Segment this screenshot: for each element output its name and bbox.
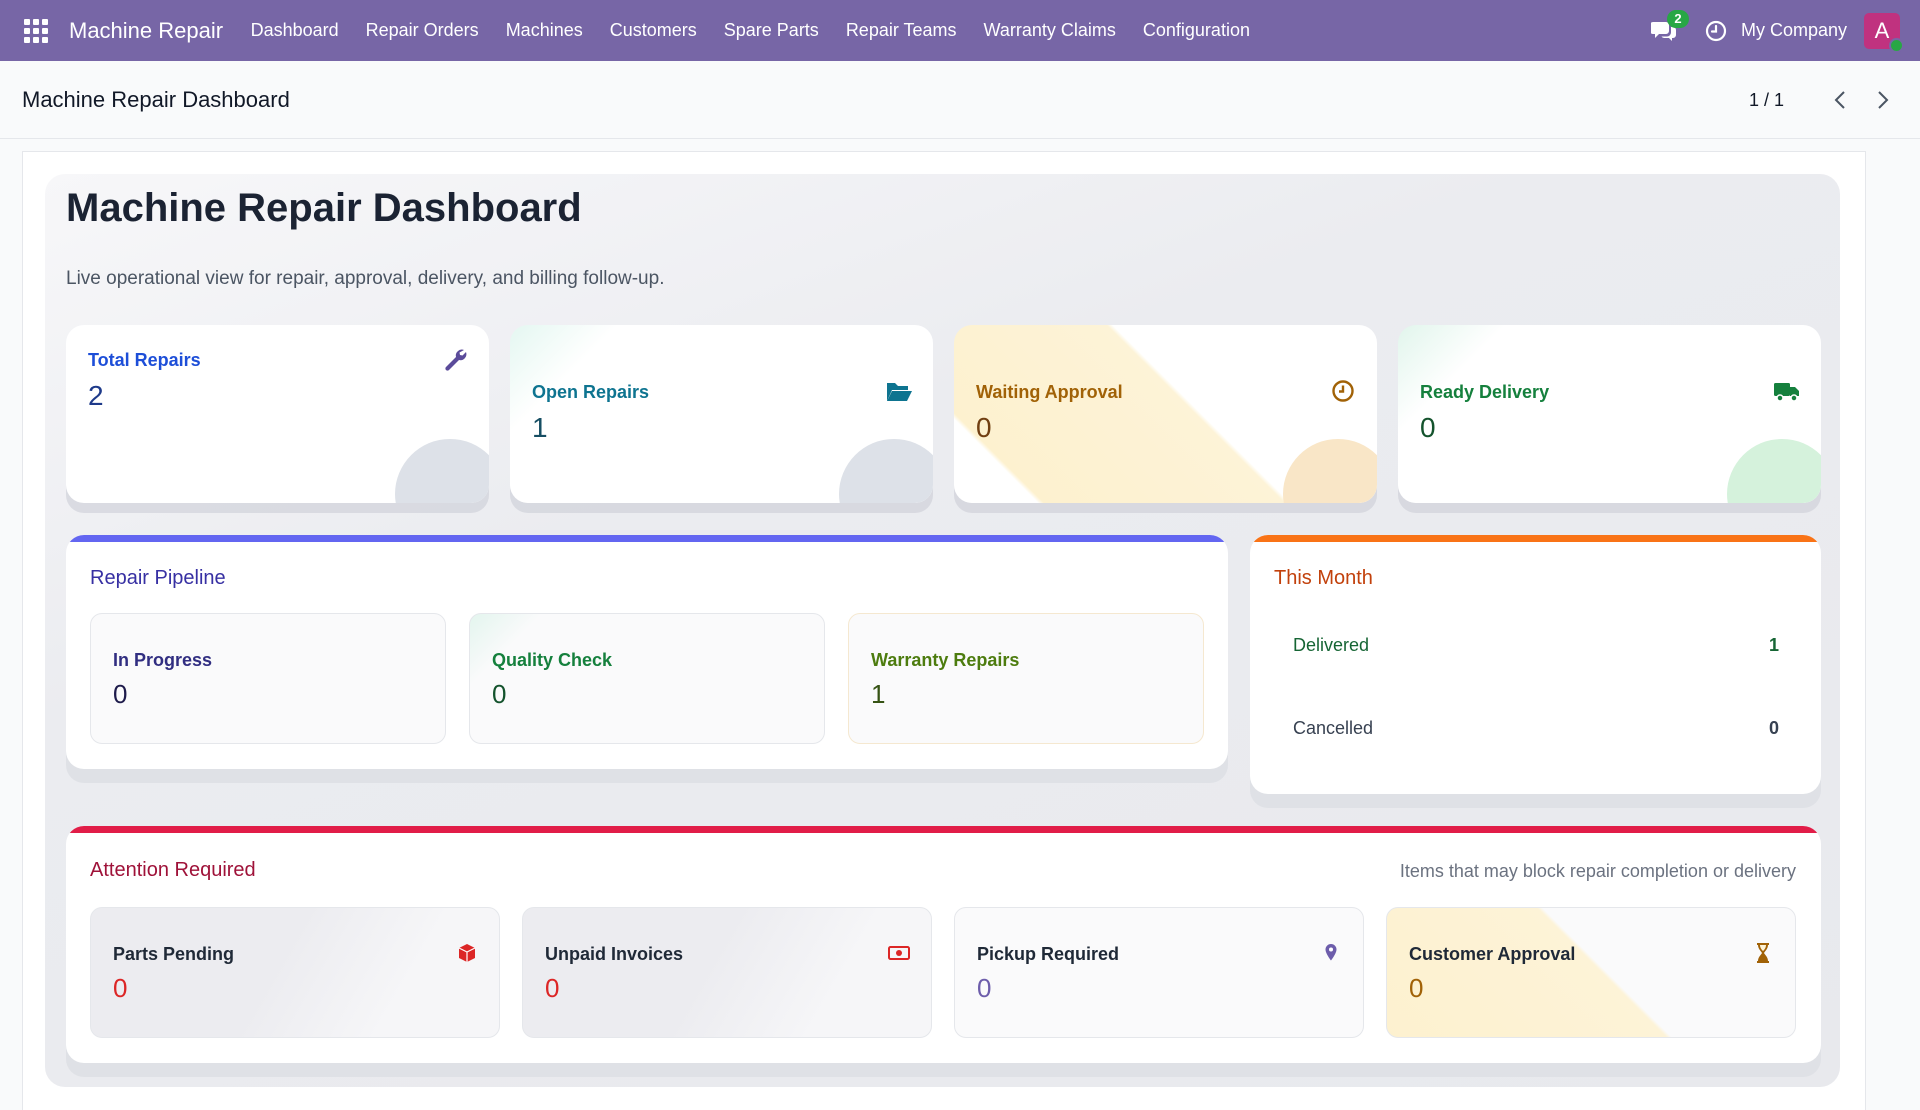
kpi-value: 1 [532,412,548,443]
hourglass-icon [1751,941,1775,965]
navbar-systray: 2 My Company A [1649,0,1920,61]
kpi-label: Waiting Approval [976,382,1123,402]
breadcrumb: Machine Repair Dashboard [22,86,290,112]
wrench-icon [441,345,469,373]
kpi-label: Open Repairs [532,382,650,402]
kpi-card-waiting-approval[interactable]: Waiting Approval 0 [954,325,1377,503]
chat-count-badge: 2 [1666,9,1689,28]
pipeline-card-quality-check[interactable]: Quality Check 0 [469,613,825,744]
month-value: 0 [1768,718,1779,738]
pager-value[interactable]: 1 / 1 [1749,90,1784,111]
attention-label: Unpaid Invoices [545,944,684,964]
app-brand[interactable]: Machine Repair [69,18,223,44]
truck-icon [1773,377,1801,405]
month-value: 1 [1768,635,1779,655]
kpi-label: Total Repairs [88,350,201,370]
avatar-letter: A [1874,17,1890,43]
kpi-value: 0 [976,412,992,443]
clock-icon [1705,20,1727,41]
menu-item-configuration[interactable]: Configuration [1129,20,1263,41]
pipeline-value: 0 [492,679,507,709]
month-label: Delivered [1293,635,1370,655]
card-decoration [1283,439,1377,503]
panel-accent-bar [1250,535,1821,542]
apps-grid-icon[interactable] [23,18,49,44]
dashboard-title: Machine Repair Dashboard [66,186,582,230]
pipeline-label: Warranty Repairs [871,650,1020,670]
pipeline-label: In Progress [113,650,213,670]
attention-label: Customer Approval [1409,944,1576,964]
online-status-dot [1889,37,1904,53]
card-decoration [839,439,933,503]
pipeline-card-in-progress[interactable]: In Progress 0 [90,613,446,744]
chevron-right-icon [1878,91,1889,109]
control-panel: Machine Repair Dashboard 1 / 1 [0,61,1920,139]
attention-value: 0 [1409,973,1424,1003]
chevron-left-icon [1834,91,1845,109]
attention-label: Pickup Required [977,944,1120,964]
activity-button[interactable] [1703,18,1729,44]
kpi-value: 2 [88,380,104,411]
menu-item-machines[interactable]: Machines [492,20,596,41]
month-row-cancelled: Cancelled 0 [1293,718,1779,739]
user-avatar[interactable]: A [1864,12,1904,53]
attention-label: Parts Pending [113,944,235,964]
attention-card-customer-approval[interactable]: Customer Approval 0 [1386,907,1796,1038]
pager-previous-button[interactable] [1829,89,1851,111]
top-navbar: Machine Repair Dashboard Repair Orders M… [0,0,1920,61]
card-decoration [395,439,489,503]
menu-item-warranty-claims[interactable]: Warranty Claims [970,20,1129,41]
folder-open-icon [885,377,913,405]
attention-required-title: Attention Required [90,859,256,881]
menu-item-repair-orders[interactable]: Repair Orders [352,20,492,41]
card-decoration [1727,439,1821,503]
attention-note: Items that may block repair completion o… [1399,861,1796,881]
kpi-card-open-repairs[interactable]: Open Repairs 1 [510,325,933,503]
main-menu: Dashboard Repair Orders Machines Custome… [237,20,1263,41]
money-icon [887,941,911,965]
kpi-label: Ready Delivery [1420,382,1550,402]
month-label: Cancelled [1293,718,1374,738]
attention-card-pickup-required[interactable]: Pickup Required 0 [954,907,1364,1038]
pipeline-value: 0 [113,679,128,709]
panel-accent-bar [66,826,1821,833]
kpi-card-total-repairs[interactable]: Total Repairs 2 [66,325,489,503]
menu-item-customers[interactable]: Customers [596,20,710,41]
pipeline-value: 1 [871,679,886,709]
company-switcher[interactable]: My Company [1741,20,1847,41]
clock-icon [1329,377,1357,405]
pager-next-button[interactable] [1872,89,1894,111]
attention-value: 0 [113,973,128,1003]
kpi-card-ready-delivery[interactable]: Ready Delivery 0 [1398,325,1821,503]
menu-item-repair-teams[interactable]: Repair Teams [832,20,970,41]
pager: 1 / 1 [1749,61,1894,139]
pipeline-label: Quality Check [492,650,613,670]
attention-card-parts-pending[interactable]: Parts Pending 0 [90,907,500,1038]
attention-value: 0 [977,973,992,1003]
messaging-button[interactable]: 2 [1649,9,1689,46]
this-month-title: This Month [1274,567,1373,589]
attention-value: 0 [545,973,560,1003]
menu-item-spare-parts[interactable]: Spare Parts [710,20,832,41]
map-pin-icon [1319,941,1343,965]
menu-item-dashboard[interactable]: Dashboard [237,20,352,41]
panel-accent-bar [66,535,1228,542]
cube-icon [455,941,479,965]
kpi-value: 0 [1420,412,1436,443]
pipeline-card-warranty-repairs[interactable]: Warranty Repairs 1 [848,613,1204,744]
month-row-delivered: Delivered 1 [1293,635,1779,656]
repair-pipeline-title: Repair Pipeline [90,567,226,589]
attention-card-unpaid-invoices[interactable]: Unpaid Invoices 0 [522,907,932,1038]
dashboard-subtitle: Live operational view for repair, approv… [66,268,665,289]
